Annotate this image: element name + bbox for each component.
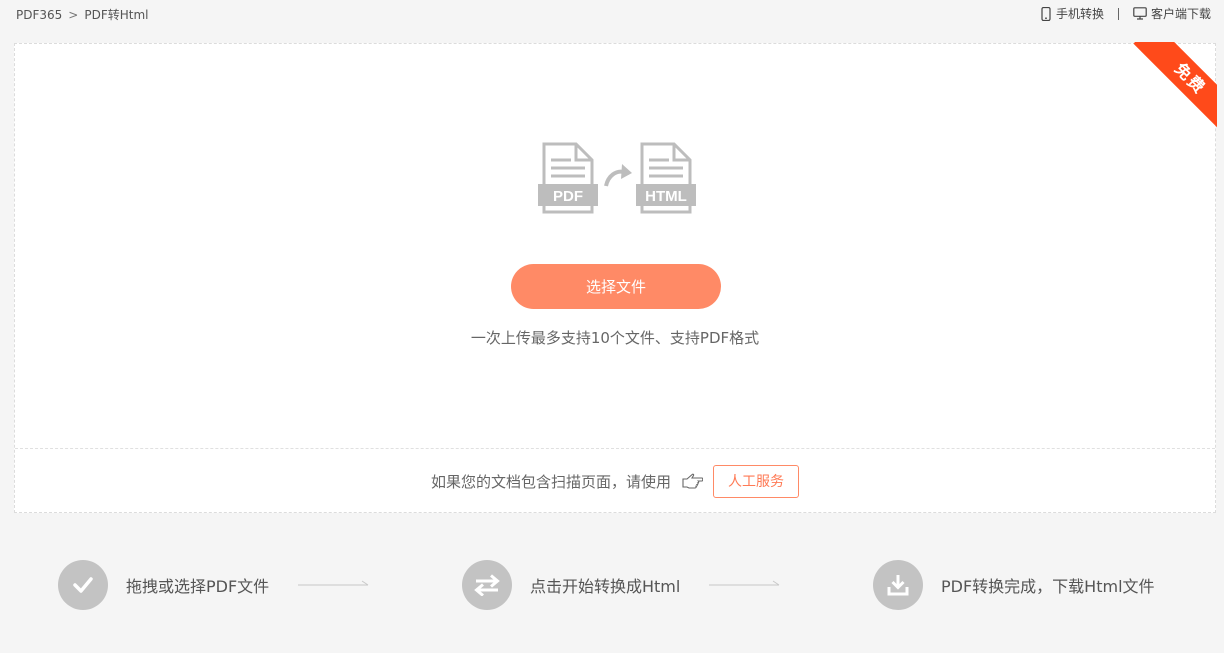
step-arrow-2 <box>709 580 780 586</box>
desktop-download-label: 客户端下载 <box>1150 7 1211 21</box>
top-links: 手机转换 客户端下载 <box>1040 5 1211 22</box>
top-divider <box>1117 7 1119 20</box>
desktop-download-link[interactable]: 客户端下载 <box>1133 5 1211 22</box>
manual-service-button[interactable]: 人工服务 <box>713 464 799 498</box>
upload-panel: 免费 PDF HTML 选择文件 一次上传最多支持10个文件、支持PDF格式 如… <box>14 42 1217 514</box>
step-1-circle <box>58 560 108 610</box>
curved-arrow-icon <box>604 164 632 187</box>
pointing-hand-icon <box>682 473 703 489</box>
step-2-circle <box>462 560 512 610</box>
step-1-label: 拖拽或选择PDF文件 <box>126 577 270 596</box>
upload-drop-area[interactable]: 免费 PDF HTML 选择文件 一次上传最多支持10个文件、支持PDF格式 <box>15 42 1217 449</box>
swap-arrows-icon <box>474 574 500 596</box>
step-3-label: PDF转换完成，下载Html文件 <box>941 577 1155 596</box>
html-document-icon: HTML <box>636 142 696 214</box>
step-3-circle <box>873 560 923 610</box>
manual-service-row: 如果您的文档包含扫描页面，请使用 人工服务 <box>15 448 1215 514</box>
breadcrumb-home[interactable]: PDF365 <box>16 8 62 22</box>
html-label: HTML <box>645 188 687 205</box>
manual-service-text: 如果您的文档包含扫描页面，请使用 <box>430 472 671 491</box>
pdf-document-icon: PDF <box>538 142 598 214</box>
step-3: PDF转换完成，下载Html文件 <box>873 560 1155 610</box>
free-ribbon: 免费 <box>1131 42 1217 128</box>
select-file-button[interactable]: 选择文件 <box>511 264 721 309</box>
breadcrumb-separator: > <box>68 7 79 22</box>
monitor-icon <box>1133 7 1147 20</box>
top-bar: PDF365 > PDF转Html 手机转换 客户端下载 <box>0 0 1224 28</box>
phone-icon <box>1041 6 1051 21</box>
upload-hint: 一次上传最多支持10个文件、支持PDF格式 <box>470 329 760 347</box>
download-icon <box>887 575 909 596</box>
step-1: 拖拽或选择PDF文件 <box>58 560 269 610</box>
check-icon <box>73 577 93 593</box>
step-2: 点击开始转换成Html <box>462 560 680 610</box>
step-arrow-1 <box>298 580 369 586</box>
mobile-convert-label: 手机转换 <box>1055 7 1104 21</box>
pdf-to-html-icon: PDF HTML <box>538 142 696 214</box>
breadcrumb-current: PDF转Html <box>84 8 149 22</box>
steps-row: 拖拽或选择PDF文件 点击开始转换成Html PDF转换完成，下载Html文件 <box>0 560 1224 610</box>
pdf-label: PDF <box>553 188 583 205</box>
mobile-convert-link[interactable]: 手机转换 <box>1040 5 1104 22</box>
breadcrumb: PDF365 > PDF转Html <box>16 6 149 23</box>
step-2-label: 点击开始转换成Html <box>530 577 681 596</box>
free-ribbon-label: 免费 <box>1133 42 1217 128</box>
